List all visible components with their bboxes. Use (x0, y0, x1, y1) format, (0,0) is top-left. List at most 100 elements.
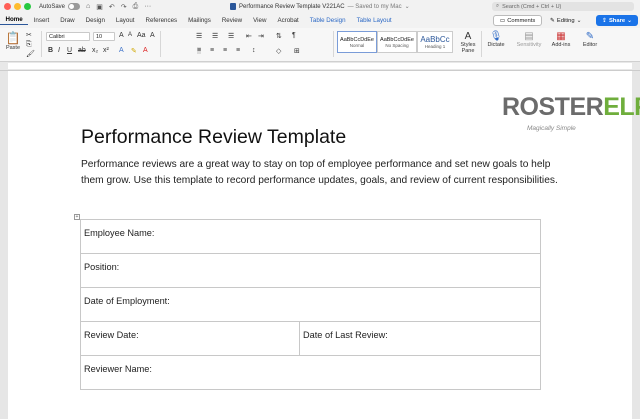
format-painter-icon[interactable]: 🖌 (26, 50, 35, 58)
chevron-down-icon: ⌄ (576, 17, 582, 24)
editing-label: Editing (556, 17, 575, 24)
italic-icon[interactable]: I (58, 47, 60, 54)
sort-icon[interactable]: ⇅ (276, 32, 282, 40)
review-table: Employee Name: Position: Date of Employm… (80, 219, 541, 390)
style-name: Heading 1 (424, 44, 446, 49)
editor-label: Editor (582, 42, 598, 48)
sensitivity-button[interactable]: ▤ Sensitivity (514, 31, 544, 48)
comments-label: Comments (507, 17, 536, 24)
shrink-font-icon[interactable]: A (128, 32, 132, 38)
date-of-employment-cell[interactable]: Date of Employment: (80, 287, 541, 322)
shading-icon[interactable]: ◇ (276, 47, 281, 55)
logo-wordmark: ROSTERELF (502, 93, 640, 121)
search-icon: ⌕ (496, 3, 500, 9)
title-bar: AutoSave ⌂ ▣ ↶ ↷ ⎙ ··· Performance Revie… (0, 0, 640, 13)
document-page[interactable]: ROSTERELF Magically Simple Performance R… (8, 71, 640, 419)
document-name: Performance Review Template V221AC (239, 3, 345, 10)
decrease-indent-icon[interactable]: ⇤ (246, 32, 252, 40)
divider (333, 31, 334, 57)
employee-name-cell[interactable]: Employee Name: (80, 219, 541, 254)
chevron-down-icon: ⌄ (627, 17, 632, 24)
justify-icon[interactable]: ≡ (236, 47, 240, 54)
style-preview: AaBbCc (420, 35, 450, 44)
table-row: Position: (80, 253, 541, 288)
search-box[interactable]: ⌕ Search (Cmd + Ctrl + U) (492, 2, 634, 11)
tab-references[interactable]: References (140, 17, 183, 24)
styles-pane-button[interactable]: A Styles Pane (458, 31, 478, 54)
microphone-icon: 🎙 (489, 31, 503, 42)
dictate-button[interactable]: 🎙 Dictate (485, 31, 507, 48)
horizontal-ruler[interactable] (0, 62, 640, 71)
strikethrough-icon[interactable]: ab (78, 47, 86, 54)
text-effects-icon[interactable]: A (119, 47, 124, 54)
add-ins-icon: ▦ (556, 31, 566, 42)
numbering-icon[interactable]: ☰ (212, 32, 218, 40)
cut-icon[interactable]: ✂ (26, 31, 32, 39)
tab-home[interactable]: Home (0, 16, 29, 25)
style-no-spacing[interactable]: AaBbCcDdEe No Spacing (377, 31, 417, 53)
grow-font-icon[interactable]: A (119, 32, 124, 39)
tab-acrobat[interactable]: Acrobat (272, 17, 304, 24)
highlight-icon[interactable]: ✎ (131, 47, 137, 55)
table-row: Reviewer Name: (80, 355, 541, 390)
clear-format-icon[interactable]: A (150, 32, 155, 39)
tab-layout[interactable]: Layout (110, 17, 140, 24)
font-size-select[interactable]: 10 (93, 32, 115, 41)
subscript-icon[interactable]: x₂ (92, 47, 98, 54)
multilevel-list-icon[interactable]: ☰ (228, 32, 234, 40)
styles-pane-label: Styles Pane (460, 42, 476, 54)
divider (41, 31, 42, 57)
style-name: Normal (349, 42, 365, 48)
style-normal[interactable]: AaBbCcDdEe Normal (337, 31, 377, 53)
bullets-icon[interactable]: ☰ (196, 32, 202, 40)
font-family-select[interactable]: Calibri (46, 32, 90, 41)
copy-icon[interactable]: ⎘ (26, 41, 32, 49)
editing-mode-button[interactable]: ✎ Editing ⌄ (550, 15, 590, 26)
tab-draw[interactable]: Draw (55, 17, 80, 24)
tab-review[interactable]: Review (216, 17, 247, 24)
table-row: Review Date: Date of Last Review: (80, 321, 541, 356)
tab-insert[interactable]: Insert (28, 17, 54, 24)
share-button[interactable]: ⇪ Share ⌄ (596, 15, 638, 26)
chevron-down-icon[interactable]: ⌄ (405, 3, 410, 10)
tab-table-layout[interactable]: Table Layout (351, 17, 397, 24)
tab-table-design[interactable]: Table Design (304, 17, 351, 24)
tab-view[interactable]: View (248, 17, 272, 24)
tab-mailings[interactable]: Mailings (183, 17, 217, 24)
print-icon[interactable]: ⎙ (133, 3, 139, 11)
position-cell[interactable]: Position: (80, 253, 541, 288)
share-label: Share (608, 17, 626, 24)
paste-button[interactable]: 📋 Paste (3, 31, 23, 51)
comments-button[interactable]: ▭ Comments (493, 15, 542, 26)
save-icon[interactable]: ▣ (96, 3, 103, 11)
minimize-window-button[interactable] (14, 3, 21, 10)
more-icon[interactable]: ··· (144, 3, 151, 10)
font-color-icon[interactable]: A (143, 47, 148, 54)
review-date-cell[interactable]: Review Date: (80, 321, 300, 356)
reviewer-name-cell[interactable]: Reviewer Name: (80, 355, 541, 390)
align-left-icon[interactable]: ≡ (197, 47, 202, 54)
bold-icon[interactable]: B (48, 47, 53, 54)
undo-icon[interactable]: ↶ (109, 3, 115, 11)
underline-icon[interactable]: U (67, 47, 72, 54)
document-title: Performance Review Template V221AC — Sav… (230, 0, 410, 13)
tab-design[interactable]: Design (80, 17, 110, 24)
show-formatting-icon[interactable]: ¶ (292, 32, 296, 39)
borders-icon[interactable]: ⊞ (294, 47, 300, 55)
align-right-icon[interactable]: ≡ (223, 47, 227, 54)
close-window-button[interactable] (4, 3, 11, 10)
rosterelf-logo: ROSTERELF Magically Simple (492, 91, 640, 136)
home-icon[interactable]: ⌂ (86, 3, 90, 10)
add-ins-button[interactable]: ▦ Add-ins (550, 31, 572, 48)
autosave-toggle[interactable] (68, 3, 81, 10)
superscript-icon[interactable]: x² (103, 47, 109, 54)
redo-icon[interactable]: ↷ (121, 3, 127, 11)
align-center-icon[interactable]: ≡ (210, 47, 214, 54)
line-spacing-icon[interactable]: ↕ (252, 47, 256, 54)
change-case-icon[interactable]: Aa (137, 32, 146, 39)
increase-indent-icon[interactable]: ⇥ (258, 32, 264, 40)
style-heading-1[interactable]: AaBbCc Heading 1 (417, 31, 453, 53)
zoom-window-button[interactable] (24, 3, 31, 10)
date-of-last-review-cell[interactable]: Date of Last Review: (299, 321, 541, 356)
editor-button[interactable]: ✎ Editor (580, 31, 600, 48)
